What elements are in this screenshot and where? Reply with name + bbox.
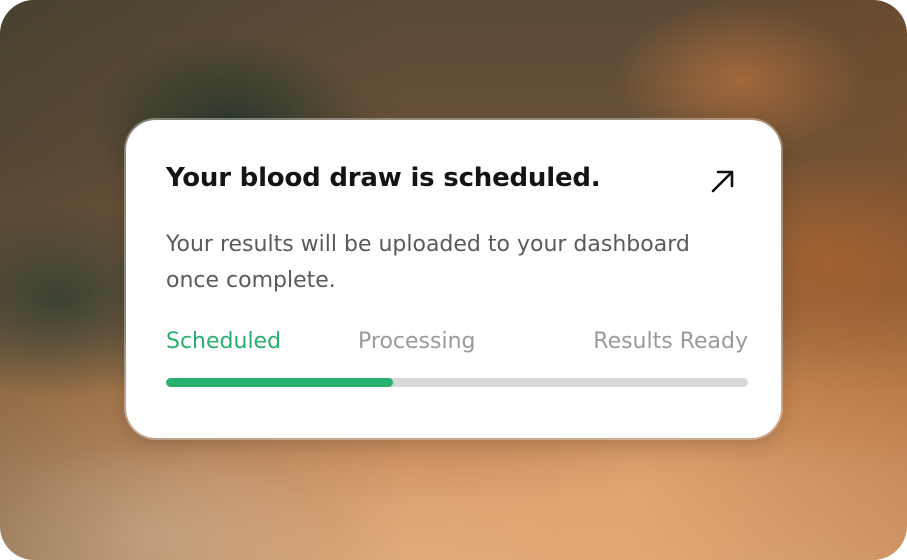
progress-fill (166, 378, 393, 387)
card-description: Your results will be uploaded to your da… (166, 232, 690, 293)
status-card[interactable]: Your blood draw is scheduled. Your resul… (126, 120, 781, 438)
step-results-ready: Results Ready (593, 329, 748, 354)
progress-bar (166, 378, 748, 387)
progress-steps: Scheduled Processing Results Ready (166, 329, 748, 365)
step-scheduled: Scheduled (166, 329, 282, 354)
card-title: Your blood draw is scheduled. (166, 163, 601, 193)
arrow-up-right-icon[interactable] (707, 165, 739, 197)
step-processing: Processing (358, 329, 476, 354)
